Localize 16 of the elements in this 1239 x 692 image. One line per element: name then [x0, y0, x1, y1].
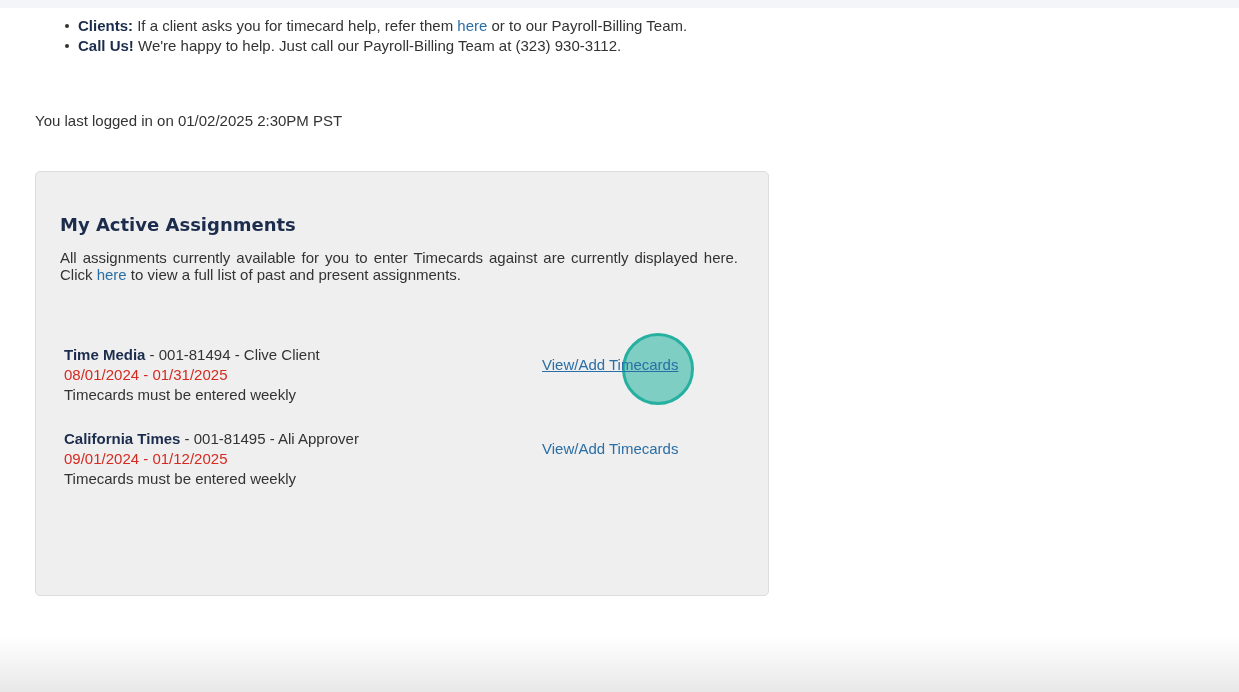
assignment-dates: 09/01/2024 - 01/12/2025 [64, 449, 229, 469]
assignment-note: Timecards must be entered weekly [64, 469, 298, 489]
assignment-title: Time Media - 001-81494 - Clive Client [64, 345, 321, 365]
assignment-title: California Times - 001-81495 - Ali Approver [64, 429, 360, 449]
notice-text: Call Us! We're happy to help. Just call our Payroll-Billing Team at (323) 930-3112. [78, 36, 622, 56]
notice-text: Clients: If a client asks you for timecard help, refer them here or to our Payroll-Billing Team. [78, 16, 688, 36]
here-link[interactable]: here [96, 266, 127, 283]
last-login-text: You last logged in on 01/02/2025 2:30PM PST [35, 112, 344, 129]
assignment-note: Timecards must be entered weekly [64, 385, 298, 405]
assignment-dates: 08/01/2024 - 01/31/2025 [64, 365, 229, 385]
bullet-icon [65, 44, 69, 48]
view-timecards-link[interactable]: View/Add Timecards [542, 440, 679, 457]
here-link[interactable]: here [457, 17, 488, 34]
bullet-icon [65, 24, 69, 28]
card-title: My Active Assignments [60, 214, 297, 235]
card-intro-text: All assignments currently available for you to enter Timecards against are currently displayed here. Click here to view a full list of past and present assignments. [60, 249, 738, 283]
